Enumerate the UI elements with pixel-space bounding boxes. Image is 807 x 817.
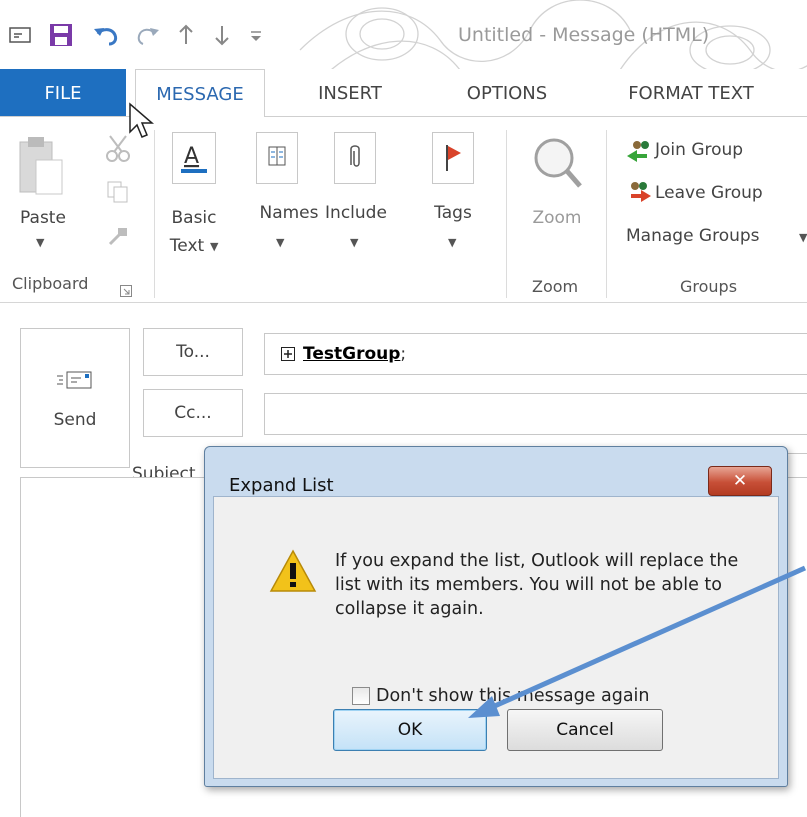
join-group-button[interactable]: Join Group [655,140,743,160]
copy-icon[interactable] [106,180,130,208]
dialog-message: If you expand the list, Outlook will rep… [335,551,739,619]
recipient-separator: ; [400,344,407,364]
tab-format-text[interactable]: FORMAT TEXT [606,69,776,117]
dialog-close-button[interactable]: ✕ [708,466,772,496]
checkbox-label: Don't show this message again [376,686,650,706]
group-separator [506,130,507,298]
close-icon: ✕ [732,471,748,491]
dialog-body: If you expand the list, Outlook will rep… [213,496,779,779]
tab-options[interactable]: OPTIONS [446,69,568,117]
join-group-icon [625,138,653,166]
tab-insert[interactable]: INSERT [300,69,400,117]
font-color-icon: A [181,144,207,173]
send-button[interactable]: Send [20,328,130,468]
tab-file[interactable]: FILE [0,69,126,117]
cc-button[interactable]: Cc... [143,389,243,437]
recipient-group[interactable]: TestGroup [303,344,400,364]
mouse-cursor-icon [128,102,156,146]
customize-toolbar-icon[interactable] [248,22,264,52]
group-separator [606,130,607,298]
basic-text-button[interactable]: A [172,132,216,184]
expand-plus-icon[interactable] [281,347,295,361]
title-bar: Untitled - Message (HTML) [0,0,807,69]
include-label: Include [325,203,387,223]
dont-show-again-checkbox[interactable]: Don't show this message again [352,686,650,706]
down-arrow-icon[interactable] [212,22,232,52]
include-button[interactable] [334,132,376,184]
to-button[interactable]: To... [143,328,243,376]
checkbox-box[interactable] [352,687,370,705]
save-icon[interactable] [48,22,74,52]
names-label: Names [259,203,319,223]
up-arrow-icon[interactable] [176,22,196,52]
tags-dropdown-icon[interactable]: ▼ [448,236,456,249]
paste-icon [19,137,63,195]
warning-icon [269,549,317,597]
dialog-title: Expand List [229,475,334,496]
leave-group-icon [625,180,653,208]
leave-group-button[interactable]: Leave Group [655,183,763,203]
ok-button[interactable]: OK [333,709,487,751]
message-icon [8,22,34,50]
paste-button[interactable] [16,134,64,204]
address-book-icon [268,146,286,166]
send-label: Send [53,410,97,430]
groups-group-label: Groups [680,277,738,296]
expand-list-dialog: Expand List ✕ If you expand the list, Ou… [204,446,788,787]
paste-dropdown-icon[interactable]: ▼ [36,236,44,249]
group-separator [154,130,155,298]
names-button[interactable] [256,132,298,184]
clipboard-group-label: Clipboard [12,274,89,293]
cc-field[interactable] [264,393,807,435]
manage-groups-dropdown-icon[interactable]: ▼ [799,231,807,244]
undo-icon[interactable] [92,22,120,52]
redo-icon[interactable] [133,22,161,52]
cancel-button[interactable]: Cancel [507,709,663,751]
zoom-icon[interactable] [530,134,584,198]
clipboard-launcher-icon[interactable] [120,282,132,301]
send-envelope-icon [57,371,92,389]
zoom-button-label[interactable]: Zoom [522,208,592,228]
paperclip-icon [350,145,360,167]
basic-text-dropdown-icon[interactable]: ▼ [210,240,218,253]
manage-groups-button[interactable]: Manage Groups [626,226,760,246]
zoom-group-label: Zoom [532,277,579,296]
basic-text-label-2: Text [169,236,205,256]
tags-label: Tags [434,203,472,223]
ribbon-border [0,302,807,303]
basic-text-label-1: Basic [171,208,217,228]
flag-icon [446,145,461,171]
format-painter-icon[interactable] [106,224,130,252]
tags-button[interactable] [432,132,474,184]
names-dropdown-icon[interactable]: ▼ [276,236,284,249]
to-field[interactable]: TestGroup; [264,333,807,375]
paste-label: Paste [20,208,66,228]
include-dropdown-icon[interactable]: ▼ [350,236,358,249]
window-title: Untitled - Message (HTML) [458,24,710,46]
svg-text:A: A [184,144,199,169]
